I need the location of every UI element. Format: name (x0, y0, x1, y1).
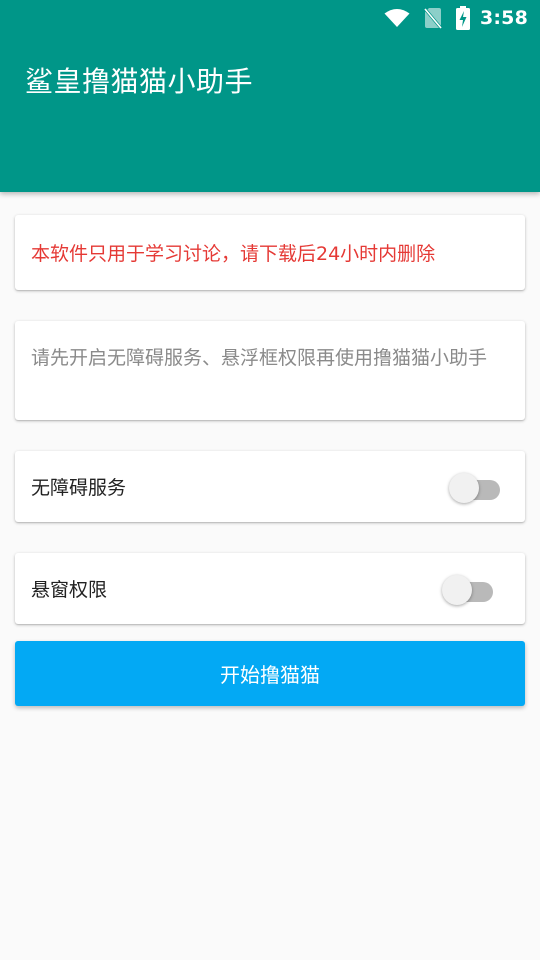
wifi-icon (384, 8, 410, 28)
overlay-permission-card: 悬窗权限 (15, 553, 525, 624)
start-button[interactable]: 开始撸猫猫 (15, 641, 525, 706)
accessibility-service-label: 无障碍服务 (31, 477, 127, 499)
no-sim-icon (423, 7, 442, 29)
app-title: 鲨皇撸猫猫小助手 (25, 65, 254, 98)
status-time: 3:58 (479, 7, 528, 29)
switch-thumb (442, 574, 472, 605)
warning-card: 本软件只用于学习讨论，请下载后24小时内删除 (15, 215, 525, 290)
overlay-permission-switch[interactable] (442, 572, 494, 606)
hint-text: 请先开启无障碍服务、悬浮框权限再使用撸猫猫小助手 (31, 347, 488, 369)
accessibility-service-card: 无障碍服务 (15, 451, 525, 522)
app-bar: 3:58 鲨皇撸猫猫小助手 (0, 0, 540, 192)
battery-charging-icon (455, 6, 470, 30)
accessibility-service-switch[interactable] (449, 470, 501, 504)
switch-thumb (449, 472, 479, 503)
warning-text: 本软件只用于学习讨论，请下载后24小时内删除 (31, 243, 436, 265)
overlay-permission-label: 悬窗权限 (31, 579, 108, 601)
status-bar: 3:58 (0, 0, 540, 36)
hint-card: 请先开启无障碍服务、悬浮框权限再使用撸猫猫小助手 (15, 321, 525, 420)
